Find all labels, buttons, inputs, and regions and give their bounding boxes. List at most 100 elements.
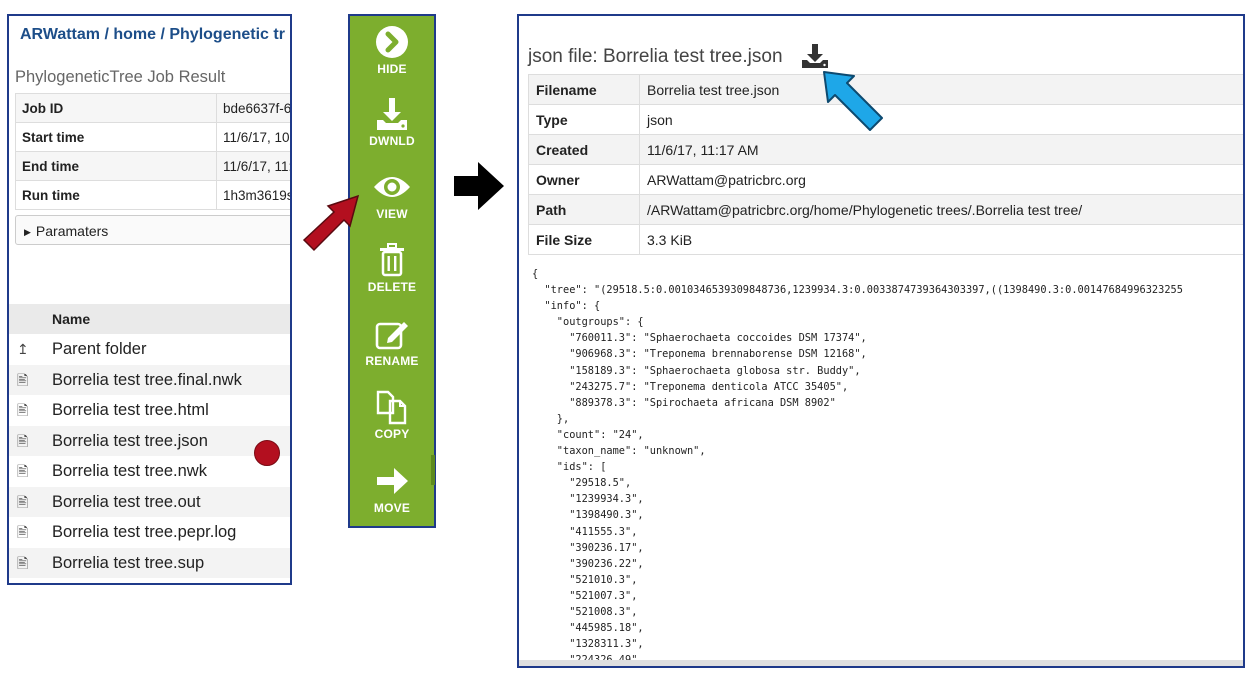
- action-bar: HIDE DWNLD VIEW DELETE RENAME COPY MOVE: [348, 14, 436, 528]
- file-name: Borrelia test tree.sup: [52, 553, 205, 572]
- table-row: Type json: [528, 104, 1243, 135]
- owner-value: ARWattam@patricbrc.org: [639, 164, 1243, 195]
- rename-button[interactable]: RENAME: [350, 316, 434, 368]
- filename-label: Filename: [528, 74, 640, 105]
- edit-icon: [375, 322, 408, 350]
- table-row: Job ID bde6637f-6: [15, 93, 290, 123]
- json-line: {: [532, 268, 539, 280]
- download-button[interactable]: DWNLD: [350, 96, 434, 148]
- json-line: "411555.3",: [569, 525, 638, 538]
- file-name: Borrelia test tree.json: [52, 431, 208, 450]
- action-label: RENAME: [365, 354, 419, 368]
- json-line: "521007.3",: [569, 589, 638, 602]
- run-time-value: 1h3m3619s: [216, 180, 290, 210]
- copy-icon: [376, 390, 407, 425]
- parameters-toggle[interactable]: ▶ Paramaters: [15, 215, 290, 245]
- table-row: File Size 3.3 KiB: [528, 224, 1243, 255]
- owner-label: Owner: [528, 164, 640, 195]
- json-line: "outgroups": {: [556, 316, 644, 329]
- table-row: Path/ARWattam@patricbrc.org/home/Phyloge…: [528, 194, 1243, 225]
- file-title: json file: Borrelia test tree.json: [528, 46, 783, 67]
- run-time-label: Run time: [15, 180, 217, 210]
- blue-annotation-arrow: [823, 71, 883, 131]
- name-column-header[interactable]: Name: [9, 304, 290, 334]
- file-name: Parent folder: [52, 340, 147, 358]
- breadcrumb[interactable]: ARWattam / home / Phylogenetic tr: [20, 26, 285, 44]
- file-list: Name ↥ Parent folder 🖹 Borrelia test tree.…: [9, 304, 290, 578]
- job-info-table: Job ID bde6637f-6 Start time 11/6/17, 10 E…: [15, 93, 290, 210]
- document-icon: 🖹: [17, 402, 29, 418]
- file-metadata-table: Filename Borrelia test tree.json Type json…: [528, 74, 1243, 255]
- action-label: COPY: [374, 427, 410, 441]
- table-row: Owner ARWattam@patricbrc.org: [528, 164, 1243, 195]
- list-item[interactable]: 🖹 Borrelia test tree.sup: [9, 547, 290, 578]
- list-item[interactable]: 🖹 Borrelia test tree.json: [9, 425, 290, 456]
- action-label: DELETE: [367, 280, 417, 294]
- table-row: Run time 1h3m3619s: [15, 180, 290, 210]
- file-name: Borrelia test tree.html: [52, 401, 209, 419]
- selection-marker: [254, 440, 280, 466]
- list-item[interactable]: 🖹 Borrelia test tree.html: [9, 395, 290, 426]
- json-line: "1239934.3",: [569, 493, 644, 506]
- download-icon[interactable]: [801, 43, 829, 69]
- json-line: "390236.22",: [569, 557, 644, 570]
- job-id-label: Job ID: [15, 93, 217, 123]
- document-icon: 🖹: [17, 554, 29, 571]
- json-line: "521010.3",: [569, 573, 638, 586]
- list-item[interactable]: 🖹 Borrelia test tree.nwk: [9, 456, 290, 487]
- json-line: "ids": [: [556, 461, 607, 474]
- caret-right-icon: ▶: [24, 227, 31, 237]
- created-label: Created: [528, 134, 640, 165]
- json-line: "1398490.3",: [569, 509, 644, 522]
- filename-value: Borrelia test tree.json: [639, 74, 1243, 105]
- json-line: "390236.17",: [569, 541, 644, 554]
- file-name: Borrelia test tree.out: [52, 492, 201, 511]
- copy-button[interactable]: COPY: [350, 389, 434, 441]
- end-time-label: End time: [15, 151, 217, 181]
- document-icon: 🖹: [17, 371, 29, 388]
- trash-icon: [380, 243, 404, 277]
- file-rows: ↥ Parent folder 🖹 Borrelia test tree.final…: [9, 334, 290, 578]
- created-value: 11/6/17, 11:17 AM: [639, 134, 1243, 165]
- black-annotation-arrow: [454, 162, 504, 210]
- move-button[interactable]: MOVE: [350, 463, 434, 515]
- table-row: Filename Borrelia test tree.json: [528, 74, 1243, 105]
- table-row: Start time 11/6/17, 10: [15, 122, 290, 152]
- start-time-label: Start time: [15, 122, 217, 152]
- document-icon: 🖹: [17, 493, 29, 510]
- path-value: /ARWattam@patricbrc.org/home/Phylogeneti…: [639, 194, 1243, 225]
- list-item[interactable]: 🖹 Borrelia test tree.pepr.log: [9, 517, 290, 548]
- document-icon: 🖹: [17, 432, 29, 449]
- file-size-value: 3.3 KiB: [639, 224, 1243, 255]
- chevron-right-circle-icon: [376, 26, 408, 58]
- table-row: End time 11/6/17, 11:: [15, 151, 290, 181]
- json-line: "info": {: [544, 300, 601, 313]
- job-id-value: bde6637f-6: [216, 93, 290, 123]
- start-time-value: 11/6/17, 10: [216, 122, 290, 152]
- json-line: "158189.3": "Sphaerochaeta globosa str. …: [569, 364, 861, 377]
- list-item[interactable]: 🖹 Borrelia test tree.out: [9, 486, 290, 517]
- json-line: "count": "24",: [556, 428, 644, 441]
- list-item[interactable]: 🖹 Borrelia test tree.final.nwk: [9, 364, 290, 395]
- scrollbar[interactable]: [431, 455, 435, 485]
- json-line: "760011.3": "Sphaerochaeta coccoides DSM…: [569, 332, 867, 345]
- red-annotation-arrow: [302, 194, 360, 252]
- json-line: "445985.18",: [569, 622, 644, 635]
- json-line: "tree": "(29518.5:0.0010346539309848736,…: [544, 284, 1183, 297]
- json-line: "29518.5",: [569, 477, 632, 490]
- json-line: "taxon_name": "unknown",: [556, 445, 706, 458]
- json-line: },: [556, 412, 570, 425]
- horizontal-scrollbar[interactable]: [519, 660, 1243, 666]
- file-name: Borrelia test tree.final.nwk: [52, 370, 242, 389]
- download-icon: [377, 98, 407, 130]
- job-result-panel: ARWattam / home / Phylogenetic tr Phylog…: [7, 14, 292, 585]
- hide-button[interactable]: HIDE: [350, 24, 434, 76]
- file-name: Borrelia test tree.pepr.log: [52, 523, 237, 541]
- json-line: "889378.3": "Spirochaeta africana DSM 89…: [569, 396, 836, 409]
- page-title: PhylogeneticTree Job Result: [15, 68, 226, 86]
- parameters-label: Paramaters: [35, 223, 109, 239]
- end-time-value: 11/6/17, 11:: [216, 151, 290, 181]
- type-label: Type: [528, 104, 640, 135]
- document-icon: 🖹: [17, 463, 29, 479]
- list-item[interactable]: ↥ Parent folder: [9, 334, 290, 365]
